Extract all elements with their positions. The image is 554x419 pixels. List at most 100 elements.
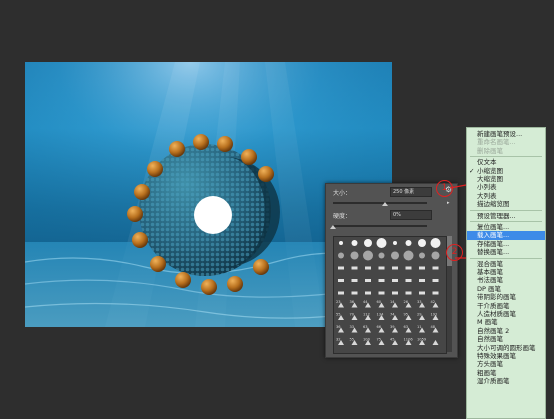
hardness-slider[interactable] xyxy=(333,225,427,227)
brush-preset[interactable] xyxy=(392,266,398,270)
brush-size-label: 134 xyxy=(377,313,385,317)
brush-preset[interactable] xyxy=(351,279,358,282)
size-field[interactable]: 250 像素 xyxy=(390,187,432,197)
brush-preset[interactable] xyxy=(378,252,385,259)
menu-separator xyxy=(470,221,542,222)
brush-preset[interactable] xyxy=(391,251,399,260)
brush-size-label: 1106 xyxy=(404,338,414,342)
brush-size-label: 66 xyxy=(377,325,382,329)
menu-separator xyxy=(470,209,542,211)
brush-size-label: 70 xyxy=(350,313,355,317)
menu-item-label: 大列表 xyxy=(477,191,497,200)
brush-preset[interactable] xyxy=(351,266,358,270)
hardness-slider-knob[interactable] xyxy=(330,225,336,229)
brush-preset[interactable] xyxy=(432,266,439,270)
menu-item-label: M 画笔 xyxy=(477,318,498,327)
chevron-icon[interactable]: ▸ xyxy=(447,200,450,206)
menu-item-label: 特殊效果画笔 xyxy=(477,352,516,360)
menu-item-label: 方头画笔 xyxy=(477,360,503,369)
menu-separator xyxy=(470,257,542,259)
brush-size-label: 192 xyxy=(431,313,438,317)
brush-size-label: 55 xyxy=(350,338,355,342)
hardness-field[interactable]: 0% xyxy=(390,210,432,220)
brush-preset[interactable] xyxy=(350,251,359,260)
brush-preset[interactable] xyxy=(405,240,412,246)
brush-size-label: 36 xyxy=(350,300,355,304)
menu-item[interactable]: 预设管理器... xyxy=(467,212,545,221)
brush-size-label: 36 xyxy=(336,325,341,329)
brush-size-label: 48 xyxy=(431,325,436,329)
brush-preset[interactable] xyxy=(432,279,439,282)
brush-preset-picker: 大小： 250 像素 硬度： 0% ⚙ ▸ 23 36 44 60 14 26 33 42 55… xyxy=(325,183,458,358)
menu-item[interactable]: 描边缩览图 xyxy=(467,200,545,209)
brush-preset[interactable] xyxy=(419,252,425,259)
hardness-label: 硬度： xyxy=(333,213,352,220)
menu-item-label: 小缩览图 xyxy=(477,166,503,175)
brush-preset[interactable] xyxy=(418,239,426,247)
brush-preset[interactable] xyxy=(393,241,397,245)
brush-thumbnails[interactable]: 23 36 44 60 14 26 33 42 55 70 112 134 74 95 29 192 36 33 6… xyxy=(334,237,446,353)
menu-item[interactable]: 替换画笔... xyxy=(467,248,545,257)
brush-preset[interactable] xyxy=(351,291,358,295)
brush-size-label: 26 xyxy=(404,300,409,304)
brush-size-label: 33 xyxy=(350,325,355,329)
size-slider[interactable] xyxy=(333,202,427,204)
brush-size-label: 55 xyxy=(336,313,341,317)
brush-size-label: 75 xyxy=(377,338,382,342)
brush-preset[interactable] xyxy=(405,291,412,295)
menu-item-label: 自然画笔 xyxy=(477,335,503,344)
brush-preset[interactable] xyxy=(405,266,412,270)
menu-item-label: 混合画笔 xyxy=(477,259,503,268)
brush-preset[interactable] xyxy=(365,291,371,295)
brush-preset[interactable] xyxy=(403,250,414,261)
brush-thumbnail-grid[interactable]: 23 36 44 60 14 26 33 42 55 70 112 134 74 95 29 192 36 33 6… xyxy=(333,236,447,354)
brush-size-label: 95 xyxy=(404,313,409,317)
brush-preset[interactable] xyxy=(339,241,343,245)
size-slider-knob[interactable] xyxy=(381,202,388,206)
brush-preset[interactable] xyxy=(365,279,371,282)
brush-preset[interactable] xyxy=(430,238,441,248)
brush-size-label: 1059 xyxy=(417,338,427,342)
brush-size-label: 14 xyxy=(390,300,395,304)
menu-item[interactable]: 删除画笔 xyxy=(467,147,545,156)
brush-preset[interactable] xyxy=(351,240,358,246)
brush-size-label: 32 xyxy=(336,338,341,342)
brush-size-label: 60 xyxy=(377,300,382,304)
brush-size-label: 63 xyxy=(363,325,368,329)
menu-item[interactable]: 湿介质画笔 xyxy=(467,377,545,386)
brush-size-label: 74 xyxy=(390,313,395,317)
menu-item-label: 删除画笔 xyxy=(477,146,503,155)
brush-preset[interactable] xyxy=(392,279,398,282)
menu-item-label: 载入画笔... xyxy=(477,231,510,240)
brush-size-label: 39 xyxy=(390,325,395,329)
brush-preset[interactable] xyxy=(392,291,398,295)
brush-preset[interactable] xyxy=(338,266,344,270)
brush-size-label: 11 xyxy=(417,325,422,329)
brush-preset[interactable] xyxy=(431,251,440,260)
brush-preset[interactable] xyxy=(419,279,425,282)
brush-preset[interactable] xyxy=(338,279,344,282)
brush-preset[interactable] xyxy=(419,291,425,295)
menu-item-label: 带阴影的画笔 xyxy=(477,293,516,302)
brush-preset[interactable] xyxy=(405,279,412,282)
brush-preset[interactable] xyxy=(378,279,385,282)
brush-preset[interactable] xyxy=(363,250,373,261)
brush-preset[interactable] xyxy=(338,291,344,295)
brush-preset[interactable] xyxy=(365,266,371,270)
brush-preset[interactable] xyxy=(432,340,439,345)
brush-size-label: 112 xyxy=(363,313,370,317)
menu-item-label: 复位画笔... xyxy=(477,223,510,231)
brush-preset[interactable] xyxy=(338,252,344,259)
brush-preset[interactable] xyxy=(378,291,385,295)
brush-preset[interactable] xyxy=(419,266,425,270)
brush-preset[interactable] xyxy=(378,266,385,270)
menu-item-label: 基本画笔 xyxy=(477,268,503,276)
brush-size-label: 42 xyxy=(431,300,436,304)
brush-preset[interactable] xyxy=(376,238,387,248)
size-label: 大小： xyxy=(333,190,352,197)
menu-item-label: 仅文本 xyxy=(477,158,497,167)
menu-item-label: 书法画笔 xyxy=(477,276,503,285)
brush-preset[interactable] xyxy=(364,239,372,247)
brush-preset[interactable] xyxy=(432,291,439,295)
menu-item-label: 干介质画笔 xyxy=(477,301,510,310)
